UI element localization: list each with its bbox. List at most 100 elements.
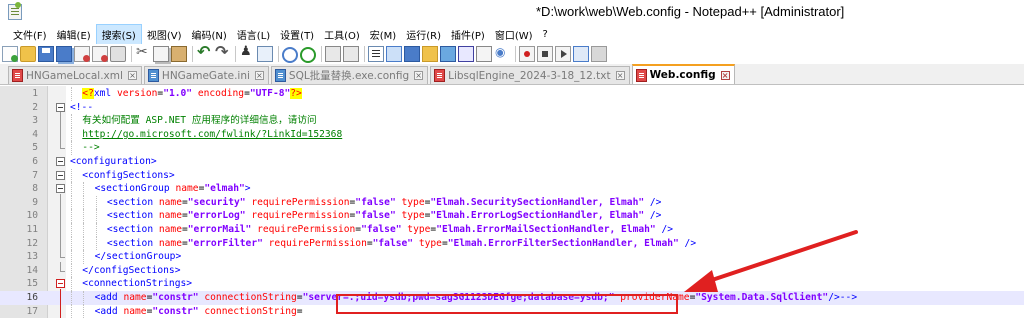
close-all-icon[interactable] — [92, 46, 108, 62]
tab-hngamegate-ini[interactable]: HNGameGate.ini × — [143, 66, 269, 84]
playback-macro-icon[interactable] — [555, 46, 571, 62]
menu-search[interactable]: 搜索(S) — [95, 23, 142, 45]
zoom-in-icon[interactable] — [282, 47, 298, 63]
code-line[interactable]: 9 <section name="security" requirePermiss… — [0, 193, 1024, 211]
menu-plugins[interactable]: 插件(P) — [446, 25, 490, 44]
sync-vertical-icon[interactable] — [325, 46, 341, 62]
menu-bar: 文件(F) 编辑(E) 搜索(S) 视图(V) 编码(N) 语言(L) 设置(T) 工具(O)… — [0, 23, 1024, 45]
menu-run[interactable]: 运行(R) — [401, 25, 446, 44]
code-line[interactable]: 8 <sectionGroup name="elmah"> — [0, 182, 1024, 196]
menu-window[interactable]: 窗口(W) — [490, 25, 538, 44]
redo-icon[interactable] — [214, 42, 230, 62]
code-line[interactable]: 1 <?xml version="1.0" encoding="UTF-8"?> — [0, 87, 1024, 101]
code-line[interactable]: 2 <!-- — [0, 101, 1024, 115]
fold-toggle-icon[interactable] — [56, 170, 65, 180]
code-lines[interactable]: 1 <?xml version="1.0" encoding="UTF-8"?> 2… — [0, 87, 1024, 318]
indent-guide — [83, 304, 85, 318]
menu-settings[interactable]: 设置(T) — [275, 25, 319, 44]
menu-help[interactable]: ? — [538, 27, 553, 42]
code-line[interactable]: 3 有关如何配置 ASP.NET 应用程序的详细信息，请访问 — [0, 112, 1024, 130]
token-val: "errorFilter" — [187, 237, 263, 249]
code-line[interactable]: 10 <section name="errorLog" requirePermis… — [0, 207, 1024, 225]
file-icon — [434, 69, 446, 82]
file-icon — [635, 68, 647, 82]
code-line[interactable]: 6 <configuration> — [0, 155, 1024, 169]
replace-icon[interactable] — [257, 46, 273, 62]
code-line[interactable]: 16 <add name="constr" connectionString="s… — [0, 288, 1024, 306]
paste-icon[interactable] — [171, 46, 187, 62]
token-attr: requirePermission — [262, 237, 367, 249]
indent-guide — [83, 222, 85, 237]
menu-encoding[interactable]: 编码(N) — [187, 25, 232, 44]
file-icon — [12, 69, 23, 82]
fold-toggle-icon[interactable] — [56, 156, 65, 166]
cut-icon[interactable] — [135, 44, 151, 62]
tab-label: SQL批量替换.exe.config — [288, 70, 410, 82]
line-number: 14 — [26, 264, 38, 276]
code-line[interactable]: 4 http://go.microsoft.com/fwlink/?LinkId=… — [0, 125, 1024, 143]
find-icon[interactable] — [239, 44, 255, 62]
token-attr: name — [153, 237, 182, 249]
menu-tools[interactable]: 工具(O) — [319, 25, 365, 44]
show-all-chars-icon[interactable] — [386, 46, 402, 62]
line-number: 2 — [32, 101, 38, 113]
fold-toggle-icon[interactable] — [56, 279, 65, 289]
code-line[interactable]: 15 <connectionStrings> — [0, 277, 1024, 291]
tab-close-icon[interactable]: × — [615, 71, 625, 80]
menu-view[interactable]: 视图(V) — [142, 25, 187, 44]
open-file-icon[interactable] — [20, 46, 36, 62]
token-attr: type — [395, 196, 425, 208]
fold-toggle-icon[interactable] — [56, 184, 65, 194]
document-map-icon[interactable] — [440, 46, 456, 62]
editor[interactable]: 1 <?xml version="1.0" encoding="UTF-8"?> 2… — [0, 86, 1024, 318]
language-icon[interactable] — [422, 46, 438, 62]
indent-guide — [71, 277, 72, 291]
tab-close-icon[interactable]: × — [414, 71, 424, 80]
code-line[interactable]: 7 <configSections> — [0, 168, 1024, 183]
save-icon[interactable] — [38, 46, 54, 62]
fold-toggle-icon[interactable] — [56, 102, 65, 112]
indent-guide — [83, 250, 85, 264]
copy-icon[interactable] — [153, 46, 169, 62]
monitoring-icon[interactable] — [494, 45, 510, 62]
run-macro-multiple-icon[interactable] — [573, 46, 589, 62]
code-line[interactable]: 11 <section name="errorMail" requirePermi… — [0, 220, 1024, 238]
tab-close-icon[interactable]: × — [127, 71, 137, 80]
code-line[interactable]: 14 </configSections> — [0, 261, 1024, 278]
code-line[interactable]: 5 --> — [0, 139, 1024, 155]
tab-sql-exe-config[interactable]: SQL批量替换.exe.config × — [270, 66, 429, 84]
tab-libsqlengine-2024-3-18-12-txt[interactable]: LibsqlEngine_2024-3-18_12.txt × — [430, 66, 630, 84]
line-number: 1 — [32, 88, 38, 99]
save-all-icon[interactable] — [56, 46, 72, 62]
save-macro-icon[interactable] — [591, 46, 607, 62]
code-line[interactable]: 12 <section name="errorFilter" requirePer… — [0, 234, 1024, 252]
notepadpp-app-icon[interactable] — [8, 2, 22, 20]
code-text: <connectionStrings> — [82, 277, 192, 291]
line-number: 7 — [32, 169, 38, 181]
menu-file[interactable]: 文件(F) — [8, 25, 52, 44]
undo-icon[interactable] — [196, 42, 212, 62]
function-list-icon[interactable] — [458, 46, 474, 62]
tab-close-icon[interactable]: × — [720, 70, 730, 80]
new-file-icon[interactable] — [2, 46, 18, 62]
code-line[interactable]: 13 </sectionGroup> — [0, 248, 1024, 264]
tab-web-config[interactable]: Web.config × — [631, 64, 735, 84]
line-number: 4 — [32, 128, 38, 140]
stop-record-icon[interactable] — [537, 46, 553, 62]
code-line[interactable]: 17 <add name="constr" connectionString= — [0, 302, 1024, 318]
print-icon[interactable] — [110, 46, 126, 62]
record-macro-icon[interactable] — [519, 46, 535, 62]
indent-guide-icon[interactable] — [404, 46, 420, 62]
sync-horizontal-icon[interactable] — [343, 46, 359, 62]
menu-macro[interactable]: 宏(M) — [365, 25, 401, 44]
indent-guide — [95, 195, 97, 210]
close-icon[interactable] — [74, 46, 90, 62]
word-wrap-icon[interactable] — [368, 46, 384, 62]
token-tag: </sectionGroup> — [94, 251, 182, 263]
menu-edit[interactable]: 编辑(E) — [52, 25, 96, 44]
menu-language[interactable]: 语言(L) — [232, 25, 275, 44]
tab-close-icon[interactable]: × — [254, 71, 264, 80]
zoom-out-icon[interactable] — [300, 47, 316, 63]
folder-workspace-icon[interactable] — [476, 46, 492, 62]
tab-hngamelocal-xml[interactable]: HNGameLocal.xml × — [8, 66, 142, 84]
